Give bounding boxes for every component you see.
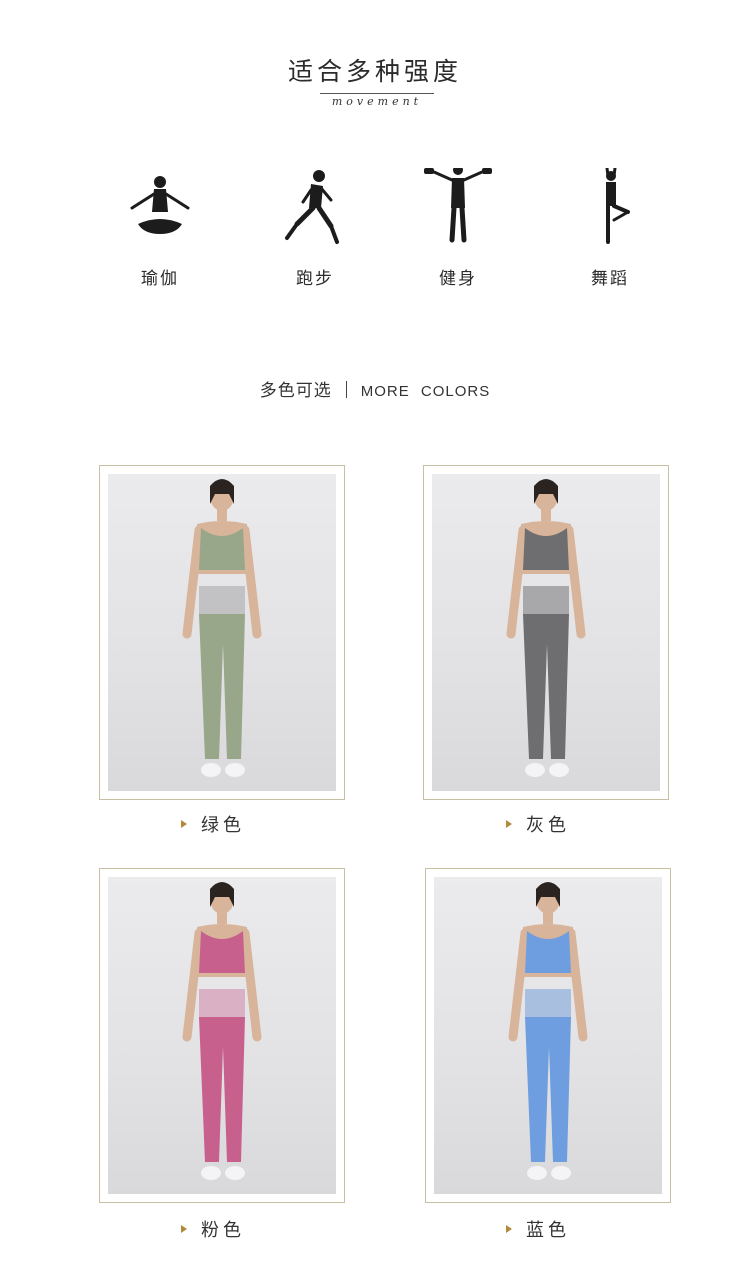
intensity-subtitle: movement xyxy=(320,93,434,108)
model-figure xyxy=(182,882,262,1180)
product-card-blue[interactable] xyxy=(425,868,671,1203)
product-label: 绿色 xyxy=(201,815,245,836)
activity-running: 跑步 xyxy=(255,168,375,289)
product-photo xyxy=(108,474,336,791)
product-photo xyxy=(108,877,336,1194)
bullet-triangle-icon xyxy=(181,1225,187,1233)
activity-fitness: 健身 xyxy=(398,168,518,289)
bullet-triangle-icon xyxy=(506,820,512,828)
product-label: 蓝色 xyxy=(526,1220,570,1241)
dance-pose-icon xyxy=(605,168,630,244)
product-card-green[interactable] xyxy=(99,465,345,800)
intensity-title: 适合多种强度 xyxy=(287,57,462,86)
product-label: 灰色 xyxy=(526,815,570,836)
product-caption-gray: 灰色 xyxy=(506,811,666,837)
header-divider xyxy=(345,381,347,398)
product-card-gray[interactable] xyxy=(423,465,669,800)
model-figure xyxy=(506,479,586,777)
colors-header: 多色可选 MORE COLORS xyxy=(0,376,750,401)
bullet-triangle-icon xyxy=(181,820,187,828)
product-label: 粉色 xyxy=(201,1220,245,1241)
colors-title-cn: 多色可选 xyxy=(259,381,332,401)
activity-label: 跑步 xyxy=(296,269,334,289)
product-caption-pink: 粉色 xyxy=(181,1216,341,1242)
product-caption-green: 绿色 xyxy=(181,811,341,837)
activity-dance: 舞蹈 xyxy=(550,168,670,289)
product-card-pink[interactable] xyxy=(99,868,345,1203)
model-figure xyxy=(508,882,588,1180)
product-photo xyxy=(434,877,662,1194)
activity-label: 健身 xyxy=(439,269,477,289)
activity-yoga: 瑜伽 xyxy=(100,168,220,289)
dumbbell-fitness-icon xyxy=(424,168,492,243)
product-photo xyxy=(432,474,660,791)
model-figure xyxy=(182,479,262,777)
product-caption-blue: 蓝色 xyxy=(506,1216,666,1242)
running-icon xyxy=(285,170,339,244)
colors-title-en: MORE COLORS xyxy=(360,383,491,400)
bullet-triangle-icon xyxy=(506,1225,512,1233)
activity-label: 瑜伽 xyxy=(141,269,179,289)
activity-label: 舞蹈 xyxy=(591,269,629,289)
yoga-pose-icon xyxy=(130,176,190,234)
